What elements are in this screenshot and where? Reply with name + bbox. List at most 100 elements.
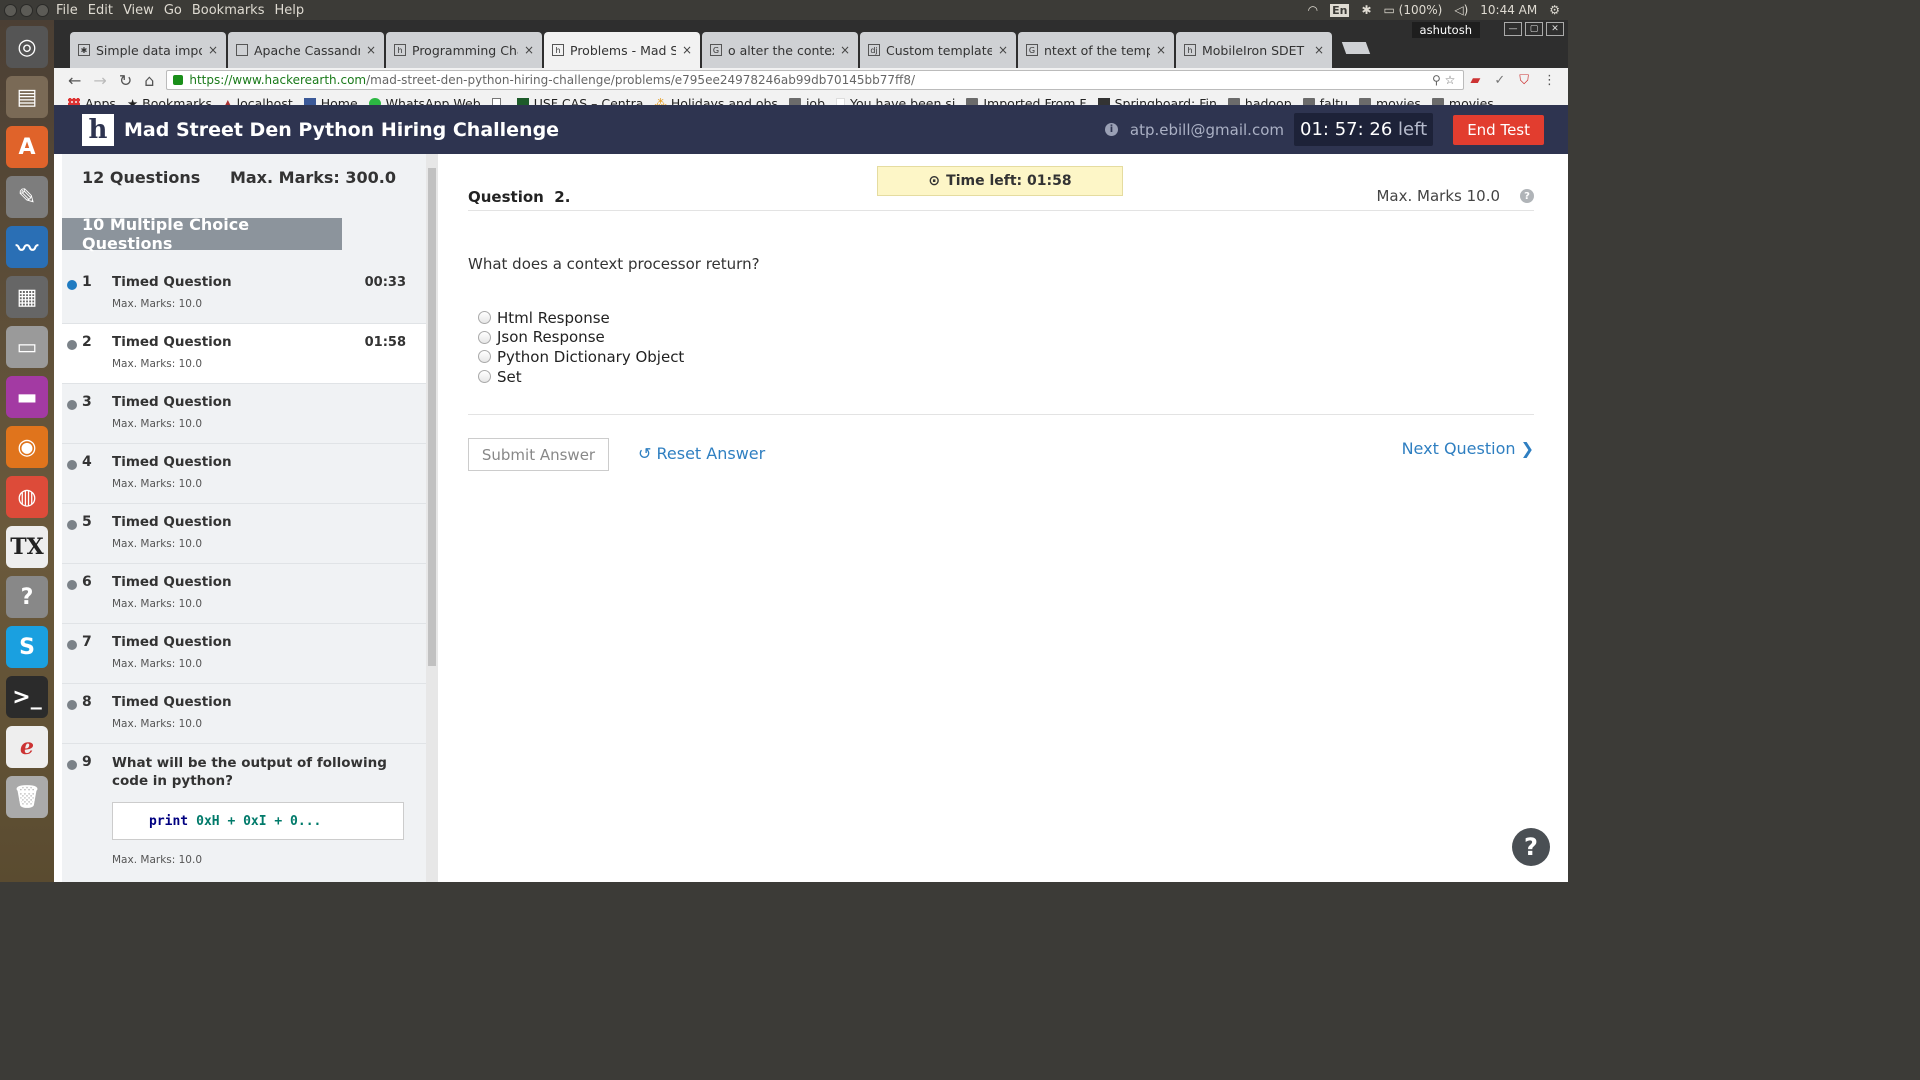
section-header[interactable]: 10 Multiple Choice Questions xyxy=(62,215,342,253)
end-test-button[interactable]: End Test xyxy=(1453,114,1544,145)
app-icon[interactable]: ▬ xyxy=(6,376,48,418)
question-title: Timed Question xyxy=(112,514,232,530)
close-icon[interactable]: × xyxy=(840,43,850,57)
battery-indicator[interactable]: ▭ (100%) xyxy=(1384,3,1443,17)
next-question-button[interactable]: Next Question ❯ xyxy=(1402,439,1534,458)
menu-file[interactable]: File xyxy=(56,3,78,18)
menu-view[interactable]: View xyxy=(123,3,154,18)
hackerearth-logo[interactable]: h xyxy=(82,113,114,146)
status-dot xyxy=(67,400,77,410)
radio-button[interactable] xyxy=(478,350,491,364)
option-3[interactable]: Python Dictionary Object xyxy=(478,347,684,367)
wifi-icon[interactable]: ◠ xyxy=(1308,3,1318,17)
minimize-icon[interactable]: — xyxy=(1504,22,1522,36)
question-item-1[interactable]: 1 Timed Question 00:33 Max. Marks: 10.0 xyxy=(62,264,426,324)
workspace-switcher-icon[interactable]: ▦ xyxy=(6,276,48,318)
question-item-4[interactable]: 4 Timed Question Max. Marks: 10.0 xyxy=(62,444,426,504)
profile-name[interactable]: ashutosh xyxy=(1411,22,1480,38)
keyboard-layout[interactable]: En xyxy=(1330,3,1350,17)
help-chat-button[interactable]: ? xyxy=(1512,828,1550,866)
close-icon[interactable]: × xyxy=(1156,43,1166,57)
disk-icon[interactable]: ▭ xyxy=(6,326,48,368)
system-tray: ◠ En ✱ ▭ (100%) ◁) 10:44 AM ⚙ xyxy=(1308,3,1568,17)
settings-icon[interactable]: ✎ xyxy=(6,176,48,218)
help-icon[interactable]: ? xyxy=(6,576,48,618)
tab-5[interactable]: Go alter the context × xyxy=(702,32,858,68)
bluetooth-icon[interactable]: ✱ xyxy=(1361,3,1371,17)
firefox-icon[interactable]: ◉ xyxy=(6,426,48,468)
star-icon[interactable]: ☆ xyxy=(1445,73,1456,87)
clock[interactable]: 10:44 AM xyxy=(1480,3,1537,17)
gear-icon[interactable]: ⚙ xyxy=(1549,3,1560,17)
nav-bar: ← → ↻ ⌂ https://www.hackerearth.com/mad-… xyxy=(54,68,1568,92)
option-1[interactable]: Html Response xyxy=(478,308,684,328)
tab-7[interactable]: Gntext of the templa × xyxy=(1018,32,1174,68)
option-2[interactable]: Json Response xyxy=(478,328,684,348)
tab-4[interactable]: h Problems - Mad Str × xyxy=(544,32,700,68)
back-icon[interactable]: ← xyxy=(68,71,81,90)
zoom-icon[interactable]: ⚲ xyxy=(1432,73,1441,87)
home-icon[interactable]: ⌂ xyxy=(144,71,154,90)
extension-icon[interactable]: ✓ xyxy=(1494,73,1505,88)
question-item-9[interactable]: 9 What will be the output of following c… xyxy=(62,744,426,882)
ubuntu-logo-icon[interactable]: ◎ xyxy=(6,26,48,68)
volume-icon[interactable]: ◁) xyxy=(1454,3,1468,17)
tab-favicon-icon xyxy=(236,44,248,56)
tab-title: Problems - Mad Str xyxy=(570,42,676,58)
browser-window: ✱ Simple data import × Apache Cassandra × h… xyxy=(54,20,1568,882)
menu-bookmarks[interactable]: Bookmarks xyxy=(192,3,265,18)
info-icon[interactable]: i xyxy=(1104,123,1118,136)
editor-icon[interactable]: ℯ xyxy=(6,726,48,768)
tab-1[interactable]: ✱ Simple data import × xyxy=(70,32,226,68)
close-window-icon[interactable]: ✕ xyxy=(1546,22,1564,36)
option-4[interactable]: Set xyxy=(478,367,684,387)
reset-answer-button[interactable]: ↺ Reset Answer xyxy=(638,444,765,463)
texmaker-icon[interactable]: TX xyxy=(6,526,48,568)
scrollbar-thumb[interactable] xyxy=(428,168,436,666)
menu-help[interactable]: Help xyxy=(274,3,304,18)
submit-answer-button[interactable]: Submit Answer xyxy=(468,438,609,471)
close-icon[interactable]: × xyxy=(524,43,534,57)
radio-button[interactable] xyxy=(478,370,491,384)
files-icon[interactable]: ▤ xyxy=(6,76,48,118)
close-icon[interactable]: × xyxy=(208,43,218,57)
question-item-5[interactable]: 5 Timed Question Max. Marks: 10.0 xyxy=(62,504,426,564)
question-item-7[interactable]: 7 Timed Question Max. Marks: 10.0 xyxy=(62,624,426,684)
shield-icon[interactable]: ⛉ xyxy=(1519,73,1529,88)
forward-icon[interactable]: → xyxy=(93,71,106,90)
menu-go[interactable]: Go xyxy=(164,3,182,18)
close-icon[interactable]: × xyxy=(1314,43,1324,57)
sidebar-scrollbar[interactable] xyxy=(426,154,438,882)
maximize-icon[interactable]: ▢ xyxy=(1525,22,1543,36)
menu-icon[interactable]: ⋮ xyxy=(1543,73,1556,88)
close-icon[interactable]: × xyxy=(682,43,692,57)
tab-3[interactable]: h Programming Chall × xyxy=(386,32,542,68)
url-path: /mad-street-den-python-hiring-challenge/… xyxy=(366,73,916,87)
close-icon[interactable]: × xyxy=(998,43,1008,57)
tab-2[interactable]: Apache Cassandra × xyxy=(228,32,384,68)
trash-icon[interactable]: 🗑 xyxy=(6,776,48,818)
close-icon[interactable]: × xyxy=(366,43,376,57)
help-icon[interactable]: ? xyxy=(1520,189,1534,203)
radio-button[interactable] xyxy=(478,330,491,344)
question-item-2[interactable]: 2 Timed Question 01:58 Max. Marks: 10.0 xyxy=(62,324,426,384)
chrome-icon[interactable]: ◍ xyxy=(6,476,48,518)
tab-6[interactable]: dj Custom template t × xyxy=(860,32,1016,68)
terminal-icon[interactable]: >_ xyxy=(6,676,48,718)
reload-icon[interactable]: ↻ xyxy=(119,71,132,90)
new-tab-button[interactable] xyxy=(1341,42,1371,54)
tab-8[interactable]: h MobileIron SDET H × xyxy=(1176,32,1332,68)
timer-suffix: left xyxy=(1398,119,1428,140)
question-title: Timed Question xyxy=(112,454,232,470)
address-bar[interactable]: https://www.hackerearth.com/mad-street-d… xyxy=(166,70,1465,90)
question-item-8[interactable]: 8 Timed Question Max. Marks: 10.0 xyxy=(62,684,426,744)
radio-button[interactable] xyxy=(478,311,491,325)
menu-edit[interactable]: Edit xyxy=(88,3,113,18)
skype-icon[interactable]: S xyxy=(6,626,48,668)
extension-icon[interactable]: ▰ xyxy=(1470,73,1480,88)
question-item-6[interactable]: 6 Timed Question Max. Marks: 10.0 xyxy=(62,564,426,624)
system-monitor-icon[interactable]: 〰 xyxy=(6,226,48,268)
software-center-icon[interactable]: A xyxy=(6,126,48,168)
window-buttons[interactable] xyxy=(0,3,56,17)
question-item-3[interactable]: 3 Timed Question Max. Marks: 10.0 xyxy=(62,384,426,444)
